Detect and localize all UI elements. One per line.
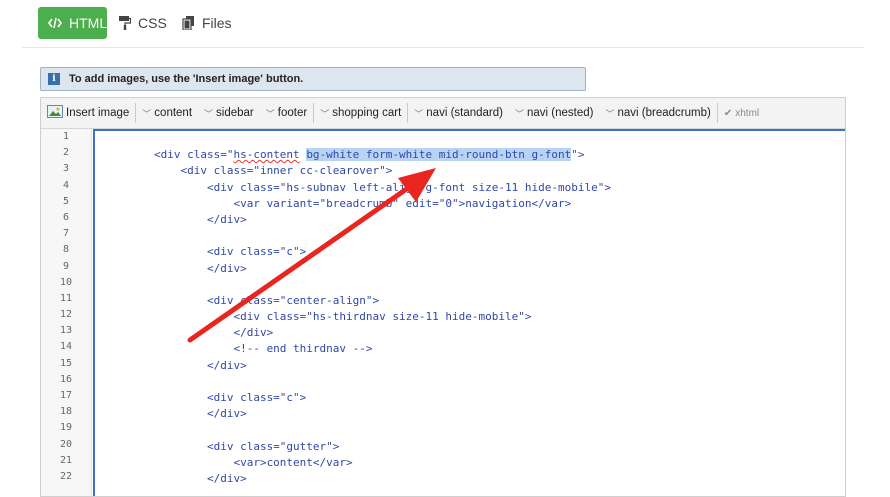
line-number: 17 [59, 390, 73, 401]
snippet-navi-nested-button[interactable]: ﹀ navi (nested) [509, 98, 600, 128]
line-number: 9 [62, 260, 70, 272]
snippet-label: sidebar [216, 107, 254, 119]
chevron-down-icon: ﹀ [142, 108, 152, 119]
snippet-label: navi (breadcrumb) [617, 107, 711, 119]
line-number: 13 [59, 325, 73, 337]
code-editor: Insert image ﹀ content ﹀ sidebar ﹀ footer ﹀… [40, 97, 846, 497]
snippet-shopping-cart-button[interactable]: ﹀ shopping cart [314, 98, 407, 128]
line-number: 22 [59, 470, 73, 482]
chevron-down-icon: ﹀ [320, 108, 330, 119]
chevron-down-icon: ﹀ [265, 108, 275, 119]
code-line: <div class="hs-thirdnav size-11 hide-mob… [101, 310, 532, 324]
info-icon: i [48, 73, 60, 85]
line-number: 5 [62, 195, 70, 207]
line-number: 1 [62, 131, 70, 142]
snippet-label: navi (nested) [527, 107, 594, 119]
editor-tabs: HTML CSS Files [0, 0, 890, 48]
line-number: 10 [59, 276, 73, 288]
line-number: 2 [62, 147, 70, 159]
code-token: <div class=" [101, 148, 234, 162]
code-line: <div class="gutter"> [101, 439, 340, 453]
image-icon [47, 105, 63, 121]
line-number: 4 [62, 179, 70, 191]
line-number: 21 [59, 454, 73, 466]
tab-label: HTML [69, 15, 108, 31]
snippet-label: shopping cart [332, 107, 402, 119]
info-text: To add images, use the 'Insert image' bu… [69, 73, 304, 85]
tab-files[interactable]: Files [172, 7, 242, 39]
tab-label: Files [202, 15, 232, 31]
snippet-navi-standard-button[interactable]: ﹀ navi (standard) [408, 98, 509, 128]
code-line: <var>content</var> [101, 455, 353, 469]
tab-css[interactable]: CSS [109, 7, 177, 39]
tab-html[interactable]: HTML [38, 7, 107, 39]
code-icon [48, 17, 62, 29]
snippet-footer-button[interactable]: ﹀ footer [260, 98, 313, 128]
code-line: </div> [101, 358, 247, 372]
line-number: 19 [59, 422, 73, 434]
insert-image-button[interactable]: Insert image [41, 98, 135, 128]
chevron-down-icon: ﹀ [414, 108, 424, 119]
code-line: </div> [101, 212, 247, 226]
line-number: 15 [59, 357, 73, 369]
line-number: 7 [62, 228, 70, 240]
code-line: <div class="hs-content bg-white form-whi… [95, 147, 845, 163]
line-number: 18 [59, 406, 73, 418]
insert-image-label: Insert image [66, 107, 130, 119]
snippet-label: content [154, 107, 193, 119]
code-line: </div> [101, 261, 247, 275]
line-number: 14 [59, 341, 73, 353]
checkmark-icon: ✔ [723, 107, 733, 119]
snippet-navi-breadcrumb-button[interactable]: ﹀ navi (breadcrumb) [600, 98, 717, 128]
code-line: <div class="hs-subnav left-align g-font … [101, 180, 611, 194]
line-number: 3 [62, 163, 70, 175]
line-number-gutter: 1 2 3 4 5 6 7 8 9 10 11 12 13 14 15 16 17 18 19 20 21 22 [41, 129, 92, 496]
line-number: 20 [59, 438, 73, 450]
tab-label: CSS [138, 15, 167, 31]
xhtml-label: xhtml [735, 107, 760, 119]
info-banner: i To add images, use the 'Insert image' … [40, 67, 586, 91]
paint-roller-icon [119, 16, 131, 30]
code-line: <!-- end thirdnav --> [101, 342, 373, 356]
code-line: <var variant="breadcrumb" edit="0">navig… [101, 196, 572, 210]
code-token: "> [571, 148, 585, 162]
snippet-label: navi (standard) [426, 107, 503, 119]
tabs-divider [22, 47, 864, 48]
line-number: 16 [59, 373, 73, 385]
code-area[interactable]: <div class="hs-content bg-white form-whi… [93, 129, 845, 496]
editor-toolbar: Insert image ﹀ content ﹀ sidebar ﹀ footer ﹀… [41, 98, 845, 129]
code-line: <div class="inner cc-clearover"> [101, 164, 393, 178]
line-number: 8 [62, 244, 70, 256]
snippet-content-button[interactable]: ﹀ content [136, 98, 198, 128]
files-icon [182, 16, 195, 30]
code-token: hs-content [233, 148, 300, 162]
xhtml-toggle[interactable]: ✔ xhtml [718, 98, 765, 128]
code-line: <div class="c"> [101, 245, 307, 259]
line-number: 6 [62, 211, 70, 223]
snippet-label: footer [277, 107, 308, 119]
code-line: <div class="c"> [101, 391, 307, 404]
snippet-sidebar-button[interactable]: ﹀ sidebar [198, 98, 260, 128]
selected-text: bg-white form-white mid-round-btn g-font [306, 148, 572, 162]
code-line: <div class="center-align"> [101, 293, 380, 307]
line-number: 12 [59, 309, 73, 321]
line-number: 11 [59, 292, 73, 304]
code-line: </div> [101, 326, 274, 340]
chevron-down-icon: ﹀ [605, 108, 615, 119]
chevron-down-icon: ﹀ [204, 108, 214, 119]
code-line: </div> [101, 471, 247, 485]
chevron-down-icon: ﹀ [515, 108, 525, 119]
code-line: </div> [101, 407, 247, 421]
